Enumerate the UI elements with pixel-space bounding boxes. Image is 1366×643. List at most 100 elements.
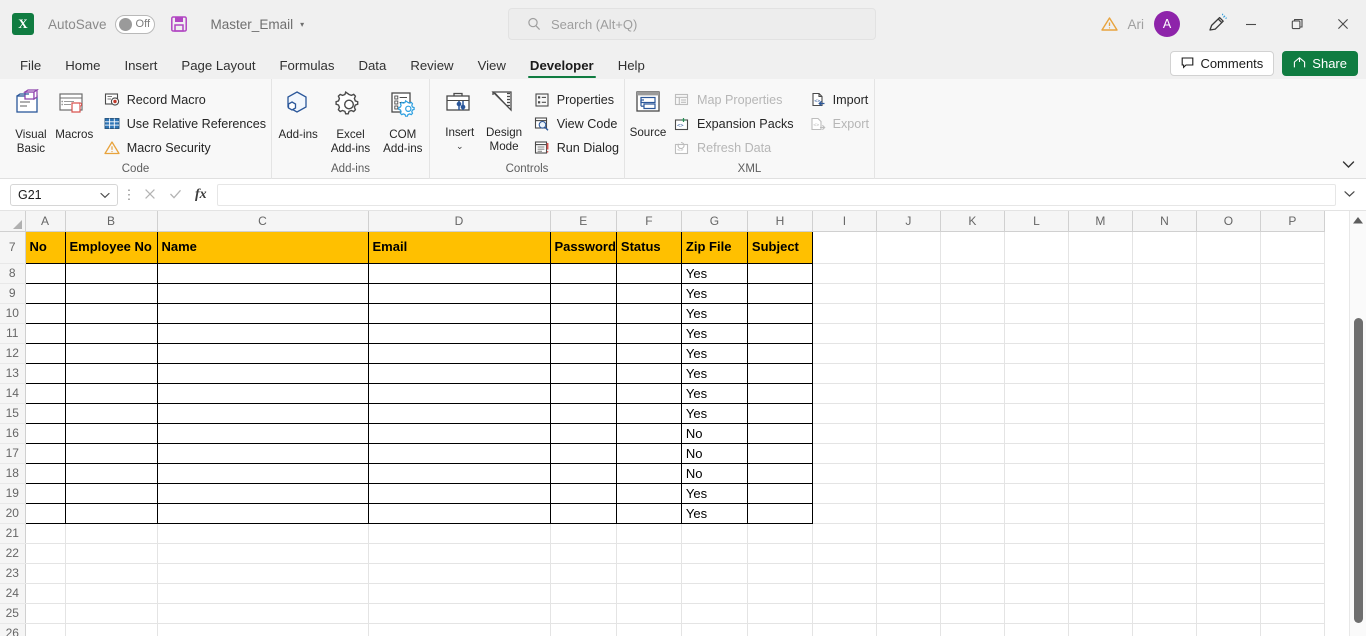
cell-M16[interactable] [1068, 423, 1133, 444]
cell-O9[interactable] [1196, 283, 1261, 304]
cell-O20[interactable] [1196, 503, 1261, 524]
cell-M20[interactable] [1068, 503, 1133, 524]
cell-P24[interactable] [1260, 583, 1325, 604]
cell-A14[interactable] [24, 382, 66, 404]
scroll-up-arrow-icon[interactable] [1350, 211, 1366, 230]
cell-G14[interactable]: Yes [680, 382, 748, 404]
cell-A12[interactable] [24, 342, 66, 364]
cell-A25[interactable] [25, 603, 66, 624]
cell-E12[interactable] [549, 342, 617, 364]
cell-O17[interactable] [1196, 443, 1261, 464]
column-header-g[interactable]: G [681, 211, 748, 232]
cell-I17[interactable] [812, 443, 877, 464]
row-header-20[interactable]: 20 [0, 503, 26, 524]
cell-B20[interactable] [64, 502, 158, 524]
cell-N22[interactable] [1132, 543, 1197, 564]
cell-A19[interactable] [24, 482, 66, 504]
formula-bar-expand-chevron-down-icon[interactable] [1336, 189, 1362, 201]
cell-E16[interactable] [549, 422, 617, 444]
name-box[interactable]: G21 [10, 183, 118, 206]
cell-F17[interactable] [615, 442, 682, 464]
tab-formulas[interactable]: Formulas [267, 58, 346, 79]
cell-H8[interactable] [746, 262, 813, 284]
row-header-12[interactable]: 12 [0, 343, 26, 364]
avatar[interactable]: A [1154, 11, 1180, 37]
cell-N8[interactable] [1132, 263, 1197, 284]
cell-G24[interactable] [681, 583, 748, 604]
cell-H13[interactable] [746, 362, 813, 384]
cell-M9[interactable] [1068, 283, 1133, 304]
cell-G21[interactable] [681, 523, 748, 544]
cell-L7[interactable] [1004, 231, 1069, 264]
cell-I15[interactable] [812, 403, 877, 424]
cell-F16[interactable] [615, 422, 682, 444]
cell-E11[interactable] [549, 322, 617, 344]
cell-D14[interactable] [367, 382, 551, 404]
vertical-scrollbar-thumb[interactable] [1354, 318, 1363, 623]
use-relative-references-button[interactable]: Use Relative References [99, 113, 271, 134]
cell-L9[interactable] [1004, 283, 1069, 304]
cell-L23[interactable] [1004, 563, 1069, 584]
cell-P16[interactable] [1260, 423, 1325, 444]
cell-M19[interactable] [1068, 483, 1133, 504]
cell-C25[interactable] [157, 603, 369, 624]
cell-E24[interactable] [550, 583, 617, 604]
view-code-button[interactable]: View Code [529, 113, 624, 134]
column-header-o[interactable]: O [1196, 211, 1261, 232]
cell-O7[interactable] [1196, 231, 1261, 264]
cell-F24[interactable] [616, 583, 682, 604]
cell-P14[interactable] [1260, 383, 1325, 404]
tab-file[interactable]: File [8, 58, 53, 79]
row-header-22[interactable]: 22 [0, 543, 26, 564]
column-header-p[interactable]: P [1260, 211, 1325, 232]
cell-F9[interactable] [615, 282, 682, 304]
cell-J19[interactable] [876, 483, 941, 504]
cell-P20[interactable] [1260, 503, 1325, 524]
xml-source-button[interactable]: Source [629, 83, 667, 163]
cell-I12[interactable] [812, 343, 877, 364]
cell-B21[interactable] [65, 523, 158, 544]
cell-O11[interactable] [1196, 323, 1261, 344]
column-header-f[interactable]: F [616, 211, 682, 232]
cell-J7[interactable] [876, 231, 941, 264]
name-box-chevron-down-icon[interactable] [100, 188, 110, 202]
autosave-toggle[interactable]: Off [114, 14, 155, 34]
cell-C8[interactable] [156, 262, 369, 284]
cell-J25[interactable] [876, 603, 941, 624]
cell-K25[interactable] [940, 603, 1005, 624]
cell-I10[interactable] [812, 303, 877, 324]
column-header-l[interactable]: L [1004, 211, 1069, 232]
import-button[interactable]: <> Import [805, 89, 874, 110]
cell-L16[interactable] [1004, 423, 1069, 444]
cell-F15[interactable] [615, 402, 682, 424]
cell-C22[interactable] [157, 543, 369, 564]
cell-G22[interactable] [681, 543, 748, 564]
row-header-8[interactable]: 8 [0, 263, 26, 284]
row-header-24[interactable]: 24 [0, 583, 26, 604]
cell-P23[interactable] [1260, 563, 1325, 584]
cell-D26[interactable] [368, 623, 551, 636]
cell-K8[interactable] [940, 263, 1005, 284]
cell-A13[interactable] [24, 362, 66, 384]
cell-G19[interactable]: Yes [680, 482, 748, 504]
cell-C13[interactable] [156, 362, 369, 384]
cell-G25[interactable] [681, 603, 748, 624]
cell-N26[interactable] [1132, 623, 1197, 636]
cell-J24[interactable] [876, 583, 941, 604]
column-header-j[interactable]: J [876, 211, 941, 232]
cell-N20[interactable] [1132, 503, 1197, 524]
record-macro-button[interactable]: Record Macro [99, 89, 271, 110]
cell-I26[interactable] [812, 623, 877, 636]
cell-K15[interactable] [940, 403, 1005, 424]
cell-L10[interactable] [1004, 303, 1069, 324]
row-header-15[interactable]: 15 [0, 403, 26, 424]
cell-J23[interactable] [876, 563, 941, 584]
column-header-c[interactable]: C [157, 211, 369, 232]
cell-B7[interactable]: Employee No [64, 230, 158, 264]
cell-P11[interactable] [1260, 323, 1325, 344]
cell-F22[interactable] [616, 543, 682, 564]
cell-M11[interactable] [1068, 323, 1133, 344]
cell-K14[interactable] [940, 383, 1005, 404]
cell-H14[interactable] [746, 382, 813, 404]
cell-K10[interactable] [940, 303, 1005, 324]
